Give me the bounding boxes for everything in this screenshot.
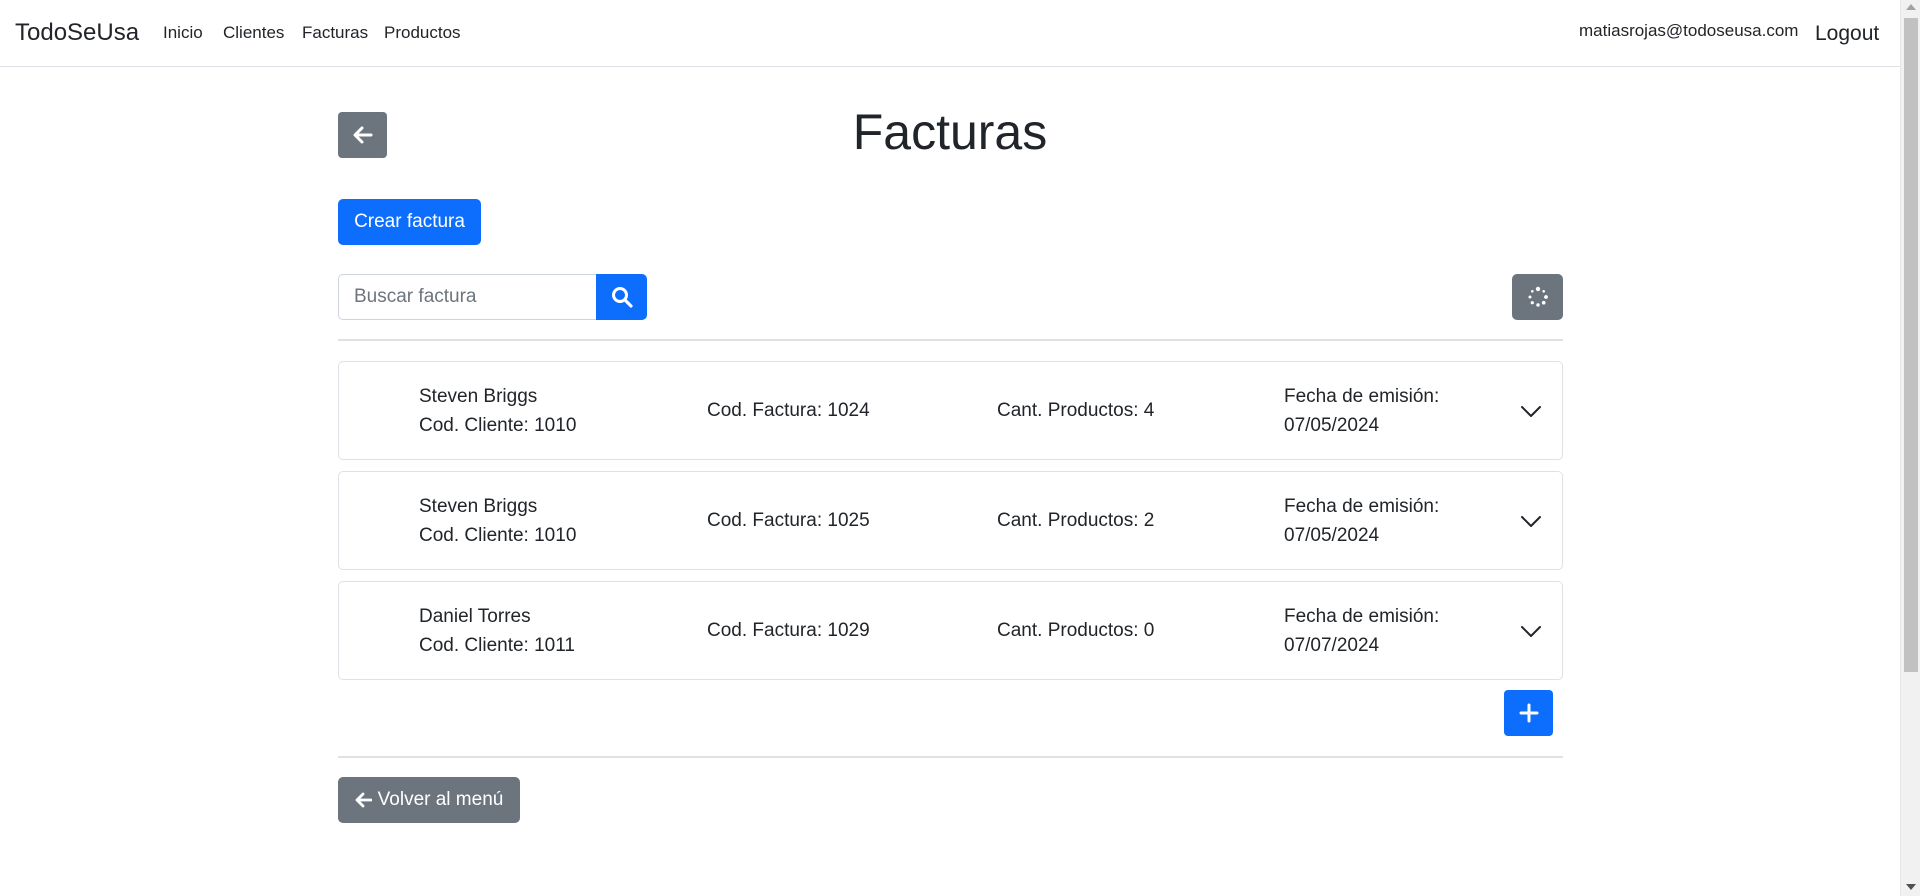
arrow-left-icon	[355, 792, 372, 808]
scroll-down-arrow-icon[interactable]	[1906, 884, 1916, 890]
logout-link[interactable]: Logout	[1815, 22, 1879, 46]
invoice-client: Daniel Torres Cod. Cliente: 1011	[419, 602, 575, 660]
plus-icon	[1519, 703, 1538, 723]
search-button[interactable]	[596, 274, 647, 320]
back-to-menu-label: Volver al menú	[377, 789, 504, 810]
client-name: Daniel Torres	[419, 606, 531, 627]
add-invoice-button[interactable]	[1504, 690, 1553, 736]
back-to-menu-button[interactable]: Volver al menú	[338, 777, 520, 823]
product-count: Cant. Productos: 0	[997, 620, 1155, 641]
divider	[338, 339, 1563, 341]
invoice-client: Steven Briggs Cod. Cliente: 1010	[419, 382, 576, 440]
date-value: 07/07/2024	[1284, 635, 1380, 656]
date-value: 07/05/2024	[1284, 415, 1380, 436]
search-input[interactable]	[338, 274, 597, 320]
client-code: Cod. Cliente: 1010	[419, 415, 577, 436]
spinner-icon	[1528, 286, 1548, 307]
invoice-code: Cod. Factura: 1024	[707, 400, 870, 421]
chevron-down-icon[interactable]	[1519, 400, 1543, 424]
nav-link-productos[interactable]: Productos	[384, 23, 461, 43]
invoice-date: Fecha de emisión: 07/07/2024	[1284, 602, 1439, 660]
date-label: Fecha de emisión:	[1284, 606, 1440, 627]
navbar: TodoSeUsa Inicio Clientes Facturas Produ…	[0, 0, 1900, 67]
chevron-down-icon[interactable]	[1519, 510, 1543, 534]
invoice-code: Cod. Factura: 1029	[707, 620, 870, 641]
nav-link-facturas[interactable]: Facturas	[302, 23, 368, 43]
chevron-down-icon[interactable]	[1519, 620, 1543, 644]
client-name: Steven Briggs	[419, 496, 538, 517]
product-count: Cant. Productos: 4	[997, 400, 1155, 421]
invoice-item[interactable]: Daniel Torres Cod. Cliente: 1011 Cod. Fa…	[338, 581, 1563, 680]
invoice-code: Cod. Factura: 1025	[707, 510, 870, 531]
product-count: Cant. Productos: 2	[997, 510, 1155, 531]
client-code: Cod. Cliente: 1011	[419, 635, 575, 656]
divider	[338, 756, 1563, 758]
user-email: matiasrojas@todoseusa.com	[1579, 21, 1799, 40]
scroll-thumb[interactable]	[1904, 18, 1918, 672]
invoice-date: Fecha de emisión: 07/05/2024	[1284, 382, 1439, 440]
page-title: Facturas	[852, 104, 1048, 160]
date-label: Fecha de emisión:	[1284, 496, 1440, 517]
nav-link-inicio[interactable]: Inicio	[163, 23, 203, 43]
date-value: 07/05/2024	[1284, 525, 1380, 546]
invoice-item[interactable]: Steven Briggs Cod. Cliente: 1010 Cod. Fa…	[338, 471, 1563, 570]
invoice-date: Fecha de emisión: 07/05/2024	[1284, 492, 1439, 550]
refresh-button[interactable]	[1512, 274, 1563, 320]
client-name: Steven Briggs	[419, 386, 538, 407]
search-icon	[611, 287, 633, 308]
scroll-up-arrow-icon[interactable]	[1906, 4, 1916, 10]
client-code: Cod. Cliente: 1010	[419, 525, 577, 546]
invoice-client: Steven Briggs Cod. Cliente: 1010	[419, 492, 576, 550]
brand-link[interactable]: TodoSeUsa	[15, 19, 139, 47]
create-invoice-button[interactable]: Crear factura	[338, 199, 481, 245]
vertical-scrollbar[interactable]	[1900, 0, 1920, 896]
date-label: Fecha de emisión:	[1284, 386, 1440, 407]
nav-link-clientes[interactable]: Clientes	[223, 23, 284, 43]
invoice-item[interactable]: Steven Briggs Cod. Cliente: 1010 Cod. Fa…	[338, 361, 1563, 460]
